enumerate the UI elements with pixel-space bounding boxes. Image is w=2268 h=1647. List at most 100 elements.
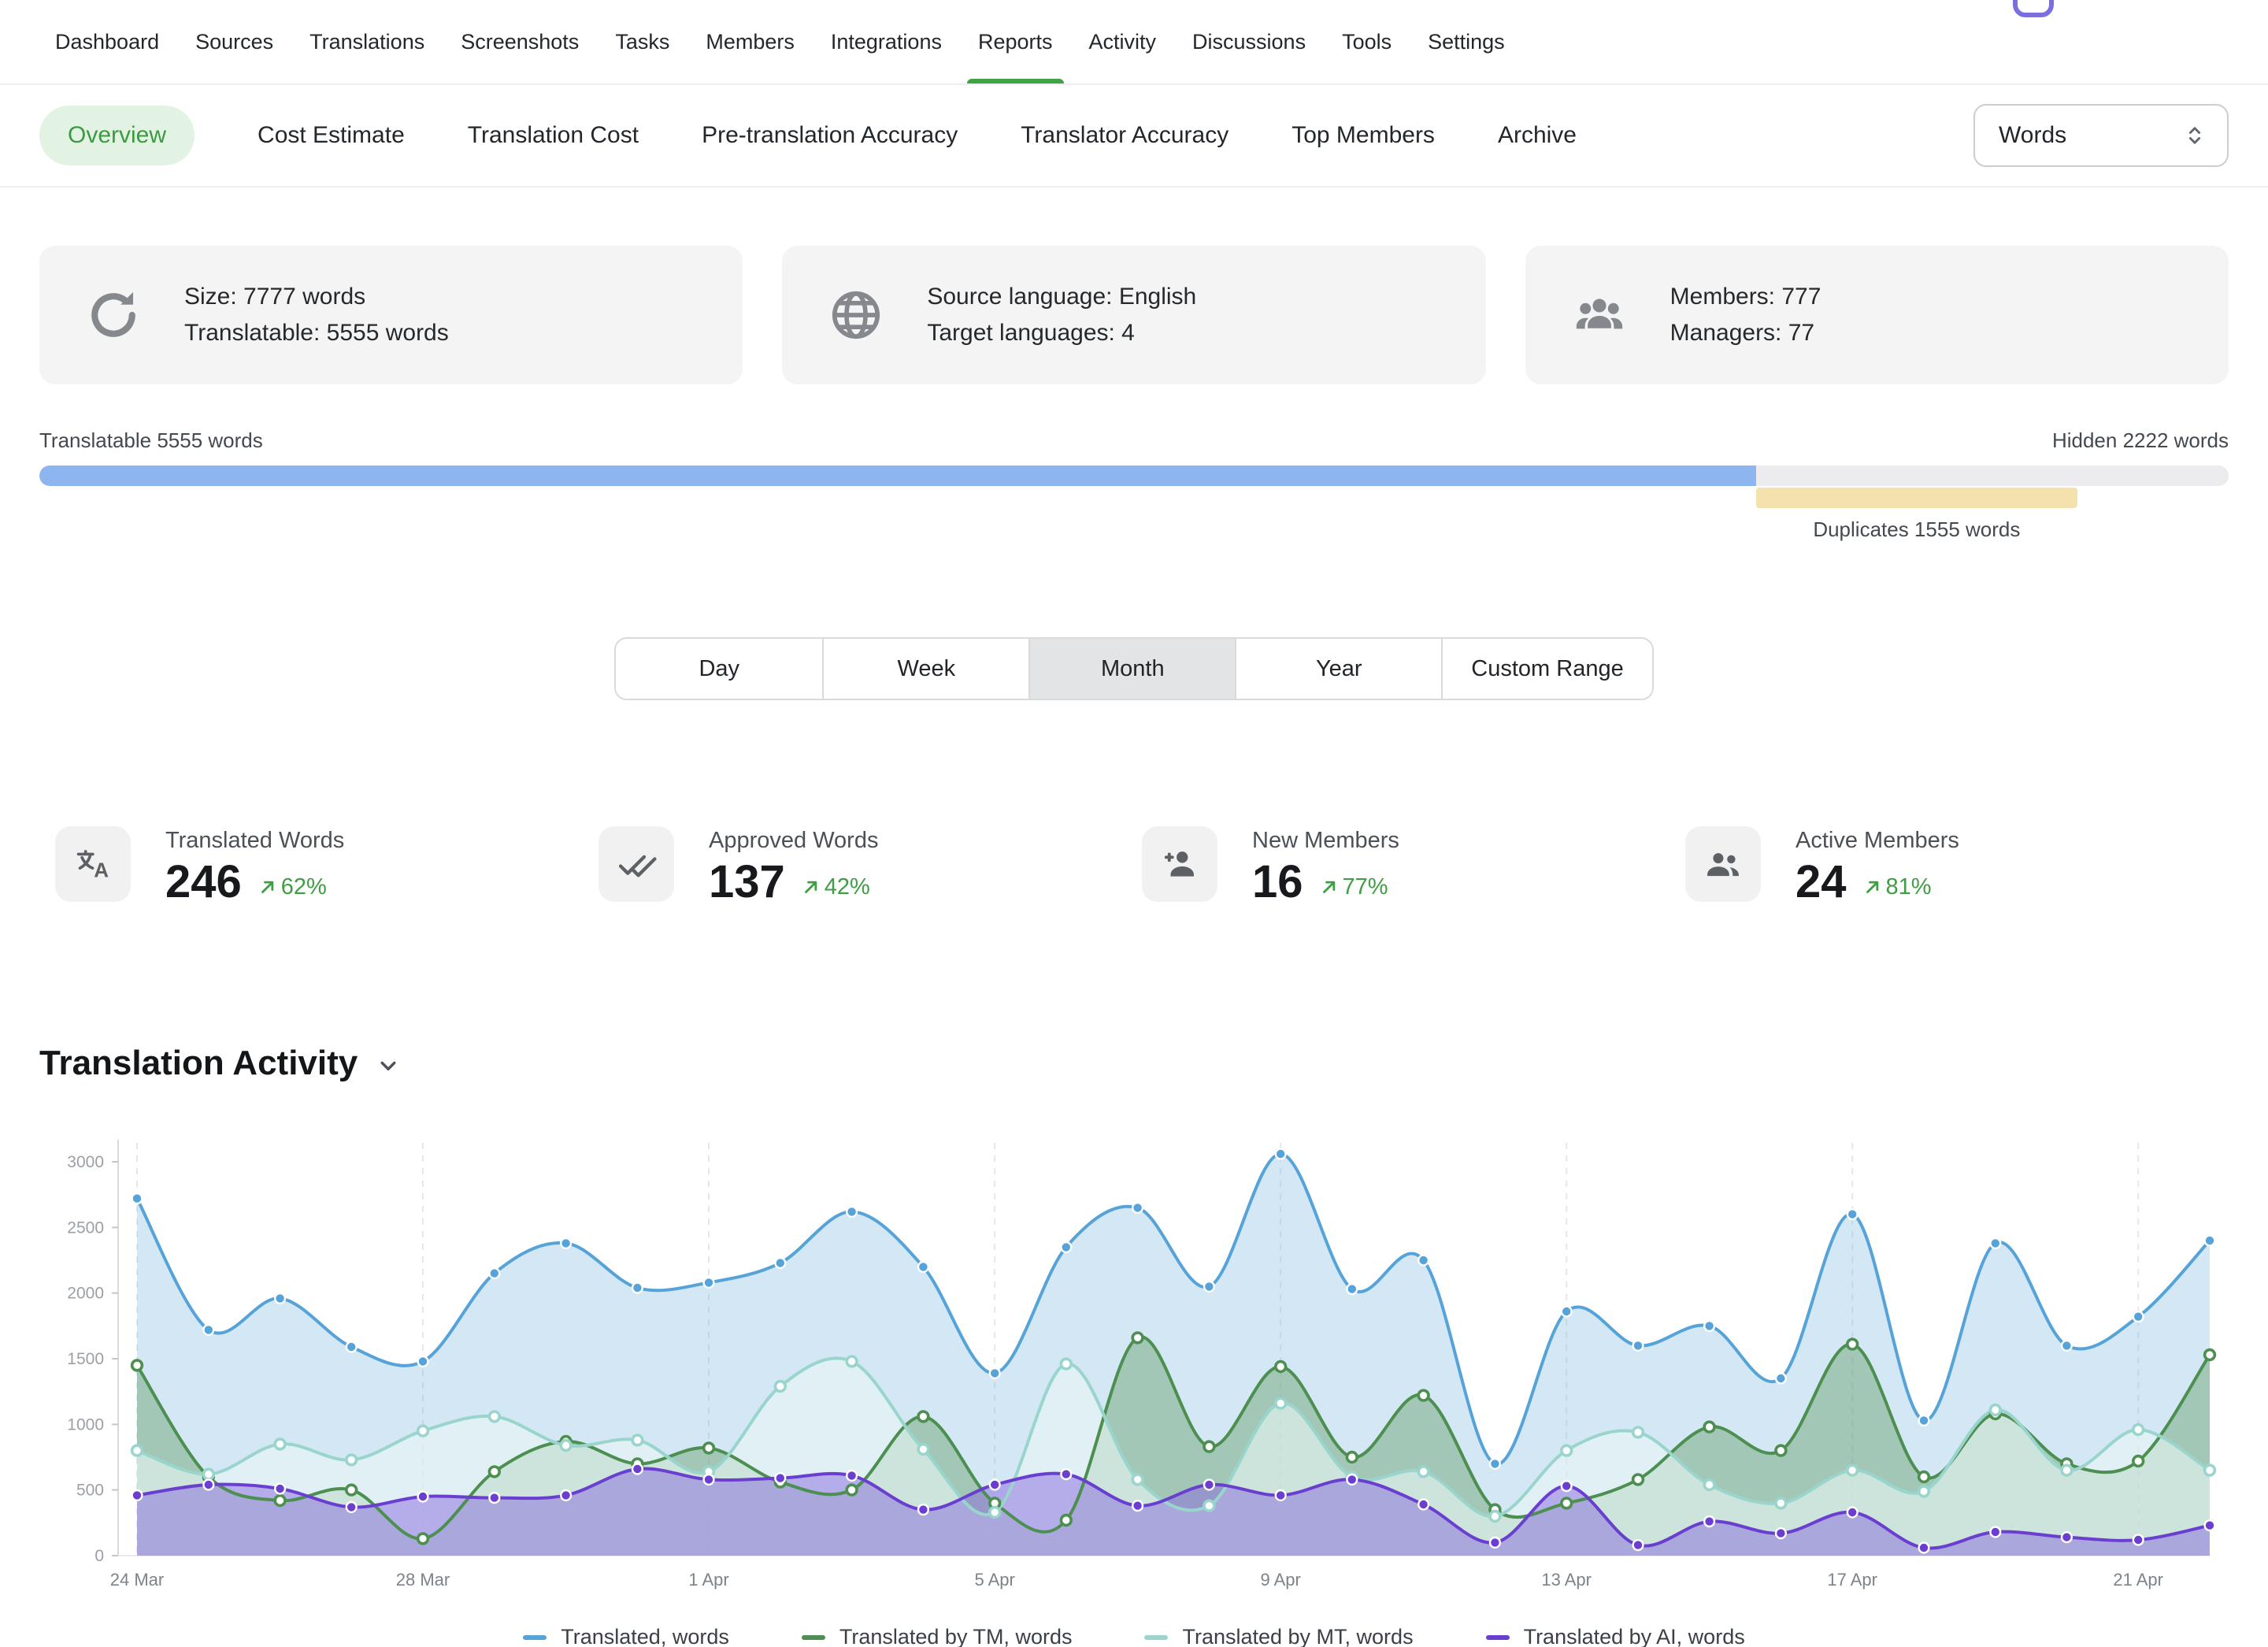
tab-translator-accuracy[interactable]: Translator Accuracy <box>1021 122 1228 149</box>
translatable-label: Translatable 5555 words <box>39 428 263 453</box>
chart-legend: Translated, words Translated by TM, words… <box>0 1625 2268 1647</box>
stat-value: 246 <box>165 855 242 908</box>
stats-row: ATranslated Words24662%Approved Words137… <box>55 826 2229 908</box>
globe-icon <box>826 285 886 345</box>
legend-swatch <box>523 1635 547 1640</box>
svg-text:13 Apr: 13 Apr <box>1541 1570 1592 1590</box>
cutoff-avatar[interactable] <box>2013 0 2054 17</box>
translation-activity-chart: 24 Mar28 Mar1 Apr5 Apr9 Apr13 Apr17 Apr2… <box>39 1102 2229 1615</box>
nav-item-activity[interactable]: Activity <box>1089 0 1157 83</box>
svg-text:1 Apr: 1 Apr <box>688 1570 728 1590</box>
legend-swatch <box>1486 1635 1510 1640</box>
tab-translation-cost[interactable]: Translation Cost <box>468 122 639 149</box>
svg-text:1500: 1500 <box>67 1350 104 1368</box>
legend-swatch <box>802 1635 825 1640</box>
stat-approved-words: Approved Words137 42% <box>598 826 1142 908</box>
svg-text:0: 0 <box>94 1547 104 1565</box>
info-card-1: Source language: EnglishTarget languages… <box>782 246 1485 384</box>
stat-change: 42% <box>801 874 870 900</box>
nav-item-sources[interactable]: Sources <box>195 0 273 83</box>
nav-item-members[interactable]: Members <box>706 0 795 83</box>
progress-labels: Translatable 5555 words Hidden 2222 word… <box>39 428 2229 453</box>
translate-icon: A <box>72 844 113 885</box>
legend-translated-by-mt-words[interactable]: Translated by MT, words <box>1144 1625 1413 1647</box>
legend-swatch <box>1144 1635 1168 1640</box>
info-card-0: Size: 7777 wordsTranslatable: 5555 words <box>39 246 743 384</box>
report-tab-bar: Overview Cost Estimate Translation Cost Pre… <box>0 85 2268 187</box>
trend-up-icon <box>258 877 278 897</box>
section-title: Translation Activity <box>39 1044 358 1083</box>
svg-text:A: A <box>94 858 109 881</box>
nav-item-reports[interactable]: Reports <box>978 0 1053 83</box>
legend-label: Translated, words <box>561 1625 729 1647</box>
tab-top-members[interactable]: Top Members <box>1292 122 1435 149</box>
duplicates-label-row: Duplicates 1555 words <box>39 517 2229 546</box>
nav-item-tools[interactable]: Tools <box>1342 0 1392 83</box>
stat-label: Translated Words <box>165 828 344 854</box>
svg-text:24 Mar: 24 Mar <box>110 1570 164 1590</box>
progress-duplicates-bar <box>1756 488 2078 508</box>
unit-select[interactable]: Words <box>1973 104 2229 167</box>
legend-translated-by-tm-words[interactable]: Translated by TM, words <box>802 1625 1073 1647</box>
info-cards: Size: 7777 wordsTranslatable: 5555 words… <box>39 246 2229 384</box>
members-icon <box>1569 285 1629 345</box>
stat-new-members: New Members1677% <box>1142 826 1685 908</box>
nav-item-translations[interactable]: Translations <box>309 0 424 83</box>
tab-overview[interactable]: Overview <box>39 106 195 165</box>
tab-pre-translation-accuracy[interactable]: Pre-translation Accuracy <box>702 122 958 149</box>
progress-track <box>39 466 2229 486</box>
nav-item-discussions[interactable]: Discussions <box>1192 0 1306 83</box>
nav-item-integrations[interactable]: Integrations <box>831 0 942 83</box>
svg-text:5 Apr: 5 Apr <box>975 1570 1015 1590</box>
nav-item-tasks[interactable]: Tasks <box>615 0 669 83</box>
top-nav: Dashboard Sources Translations Screenshots T… <box>0 0 2268 85</box>
stat-value: 137 <box>709 855 785 908</box>
range-month[interactable]: Month <box>1028 639 1235 699</box>
info-card-text: Members: 777Managers: 77 <box>1670 279 1821 351</box>
person-add-icon-box <box>1142 826 1217 902</box>
legend-label: Translated by AI, words <box>1524 1625 1745 1647</box>
translate-icon-box: A <box>55 826 131 902</box>
range-custom-range[interactable]: Custom Range <box>1441 639 1651 699</box>
nav-item-settings[interactable]: Settings <box>1428 0 1505 83</box>
duplicates-label: Duplicates 1555 words <box>1813 517 2020 542</box>
stat-value: 24 <box>1796 855 1847 908</box>
hidden-label: Hidden 2222 words <box>2052 428 2229 453</box>
info-card-text: Source language: EnglishTarget languages… <box>927 279 1196 351</box>
double-check-icon <box>616 844 657 885</box>
legend-translated-words[interactable]: Translated, words <box>523 1625 729 1647</box>
progress-section: Translatable 5555 words Hidden 2222 word… <box>39 428 2229 546</box>
info-card-text: Size: 7777 wordsTranslatable: 5555 words <box>184 279 449 351</box>
chevron-down-icon[interactable] <box>375 1052 402 1079</box>
stat-label: Active Members <box>1796 828 1959 854</box>
stat-translated-words: ATranslated Words24662% <box>55 826 598 908</box>
range-week[interactable]: Week <box>822 639 1028 699</box>
nav-item-screenshots[interactable]: Screenshots <box>461 0 579 83</box>
legend-label: Translated by TM, words <box>839 1625 1073 1647</box>
svg-text:9 Apr: 9 Apr <box>1261 1570 1301 1590</box>
svg-text:3000: 3000 <box>67 1153 104 1171</box>
svg-text:1000: 1000 <box>67 1415 104 1434</box>
range-year[interactable]: Year <box>1235 639 1441 699</box>
person-add-icon <box>1159 844 1200 885</box>
sync-icon <box>83 285 143 345</box>
svg-text:28 Mar: 28 Mar <box>396 1570 450 1590</box>
tab-archive[interactable]: Archive <box>1498 122 1577 149</box>
stat-label: New Members <box>1252 828 1399 854</box>
duplicates-row <box>39 488 2229 508</box>
nav-item-dashboard[interactable]: Dashboard <box>55 0 159 83</box>
tab-cost-estimate[interactable]: Cost Estimate <box>258 122 405 149</box>
trend-up-icon <box>1319 877 1340 897</box>
legend-translated-by-ai-words[interactable]: Translated by AI, words <box>1486 1625 1745 1647</box>
stat-label: Approved Words <box>709 828 878 854</box>
people-icon <box>1703 844 1744 885</box>
info-card-2: Members: 777Managers: 77 <box>1525 246 2229 384</box>
unit-select-value: Words <box>1999 122 2066 149</box>
svg-text:500: 500 <box>76 1482 104 1500</box>
stat-active-members: Active Members2481% <box>1685 826 2229 908</box>
trend-up-icon <box>801 877 821 897</box>
people-icon-box <box>1685 826 1761 902</box>
svg-text:17 Apr: 17 Apr <box>1827 1570 1877 1590</box>
legend-label: Translated by MT, words <box>1182 1625 1413 1647</box>
range-day[interactable]: Day <box>616 639 822 699</box>
